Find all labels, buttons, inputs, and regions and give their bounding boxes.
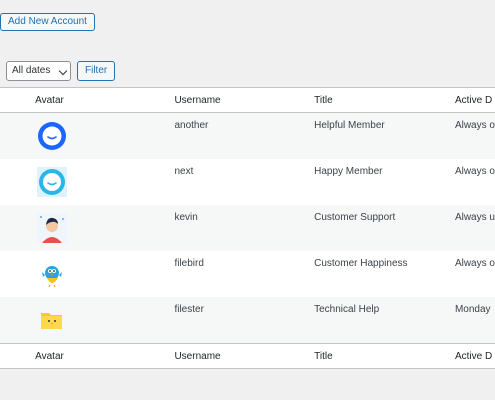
add-new-account-button[interactable]: Add New Account [0, 13, 95, 31]
column-footer-avatar: Avatar [35, 343, 175, 369]
table-footer-row: Avatar Username Title Active D [0, 343, 495, 369]
yellow-folder-avatar-icon [41, 313, 63, 329]
accounts-table: Avatar Username Title Active D another H… [0, 87, 495, 369]
table-row: filester Technical Help Monday [0, 297, 495, 344]
title-cell: Customer Happiness [314, 258, 408, 269]
column-header-username[interactable]: Username [174, 87, 315, 113]
username-cell[interactable]: another [174, 113, 314, 131]
avatar-cell [35, 251, 174, 297]
username-cell[interactable]: filester [174, 297, 314, 315]
checkbox-column-footer [0, 343, 36, 369]
table-header-row: Avatar Username Title Active D [0, 87, 495, 113]
title-cell: Technical Help [314, 304, 380, 315]
active-cell: Always o [454, 120, 495, 131]
filter-button[interactable]: Filter [77, 61, 116, 81]
table-row: another Helpful Member Always o [0, 112, 495, 159]
avatar-cell [35, 205, 175, 251]
column-footer-active[interactable]: Active D [454, 343, 495, 369]
person-avatar-icon [37, 213, 68, 243]
bird-mascot-avatar-icon [42, 266, 63, 288]
chevron-down-icon [58, 66, 68, 76]
title-cell: Customer Support [314, 212, 396, 223]
column-header-avatar: Avatar [35, 87, 175, 113]
avatar-cell [35, 159, 174, 205]
blue-chat-bubble-avatar-icon [38, 122, 67, 150]
username-cell[interactable]: kevin [174, 205, 314, 223]
active-cell: Always u [454, 212, 495, 223]
avatar-cell [35, 297, 175, 344]
checkbox-column-header [0, 87, 36, 113]
column-header-title[interactable]: Title [314, 87, 455, 113]
column-footer-title[interactable]: Title [314, 343, 455, 369]
column-footer-username[interactable]: Username [174, 343, 315, 369]
cyan-chat-bubble-avatar-icon [37, 167, 68, 197]
table-row: next Happy Member Always o [0, 159, 495, 205]
active-cell: Always o [454, 258, 495, 269]
table-row: kevin Customer Support Always u [0, 205, 495, 251]
date-filter-value: All dates [12, 65, 51, 76]
title-cell: Helpful Member [314, 120, 385, 131]
active-cell: Monday [454, 304, 491, 315]
username-cell[interactable]: filebird [174, 251, 314, 269]
avatar-cell [35, 112, 175, 159]
column-header-active[interactable]: Active D [454, 87, 495, 113]
title-cell: Happy Member [314, 166, 383, 177]
username-cell[interactable]: next [174, 159, 314, 177]
table-row: filebird Customer Happiness Always o [0, 251, 495, 297]
active-cell: Always o [454, 166, 495, 177]
date-filter-select[interactable]: All dates [6, 61, 71, 81]
